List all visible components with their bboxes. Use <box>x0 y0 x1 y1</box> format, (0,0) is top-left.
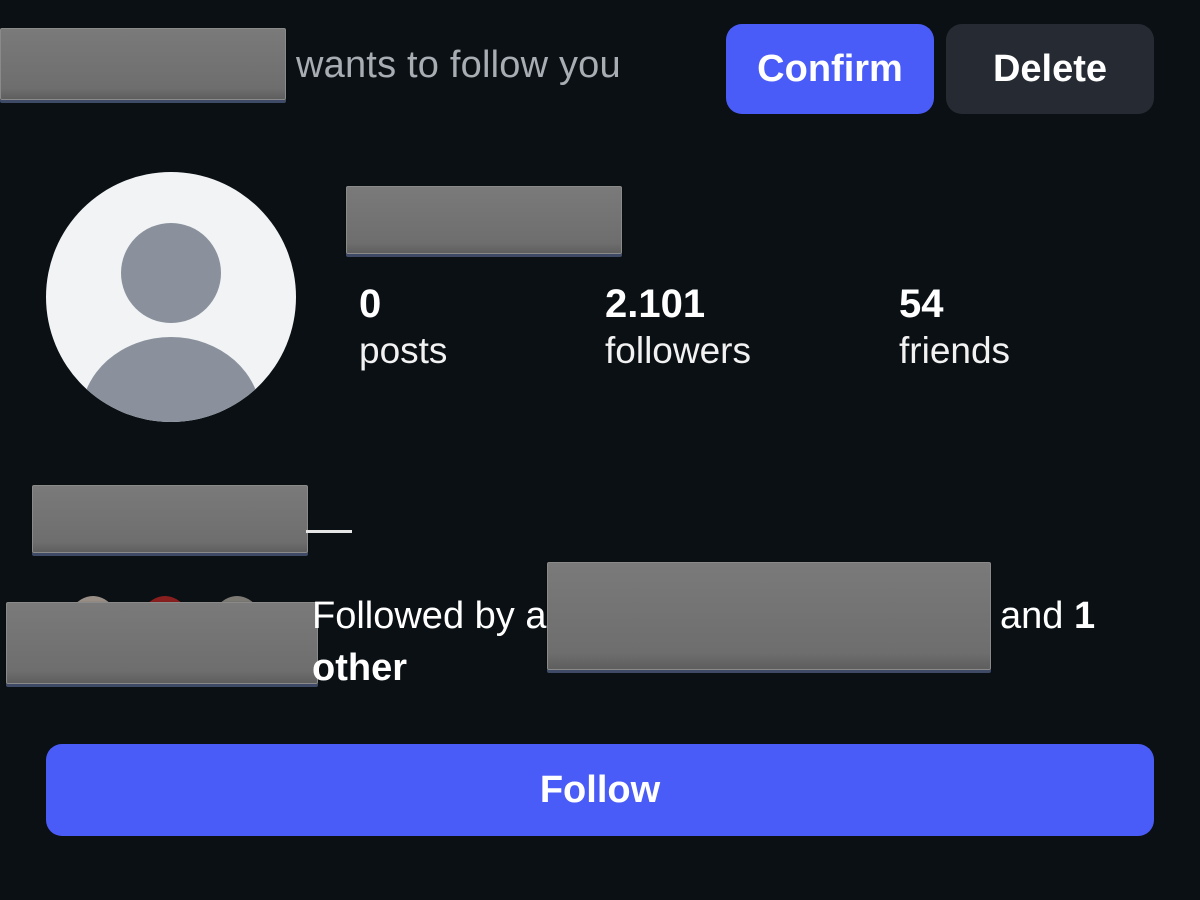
stat-posts-count: 0 <box>359 282 382 326</box>
avatar[interactable] <box>46 172 296 422</box>
stat-friends-count: 54 <box>899 282 944 326</box>
stat-friends-label: friends <box>899 330 1011 371</box>
name-dash <box>306 530 352 533</box>
stat-posts[interactable]: 0 posts <box>359 282 447 376</box>
stat-posts-label: posts <box>359 330 448 371</box>
followed-by-and: and 1 <box>1000 592 1095 640</box>
profile-screen: wants to follow you Confirm Delete 0 pos… <box>0 0 1200 900</box>
requester-name-redacted <box>0 28 286 100</box>
stat-followers-label: followers <box>605 330 751 371</box>
mutual-avatars-redacted <box>6 602 318 684</box>
followed-by-other: other <box>312 647 407 689</box>
followed-by-count: 1 <box>1073 595 1096 637</box>
stat-followers[interactable]: 2.101 followers <box>605 282 751 376</box>
mutual-names-redacted <box>547 562 991 670</box>
followed-by-and-word: and <box>1000 595 1074 637</box>
follow-button[interactable]: Follow <box>46 744 1154 836</box>
delete-button[interactable]: Delete <box>946 24 1154 114</box>
follow-request-text: wants to follow you <box>296 44 621 86</box>
username-redacted <box>346 186 622 254</box>
stat-followers-count: 2.101 <box>605 282 706 326</box>
stat-friends[interactable]: 54 friends <box>899 282 1010 376</box>
confirm-button[interactable]: Confirm <box>726 24 934 114</box>
default-avatar-body-icon <box>81 337 261 422</box>
default-avatar-head-icon <box>121 223 221 323</box>
followed-by-text: Followed by a <box>312 595 547 637</box>
display-name-redacted <box>32 485 308 553</box>
